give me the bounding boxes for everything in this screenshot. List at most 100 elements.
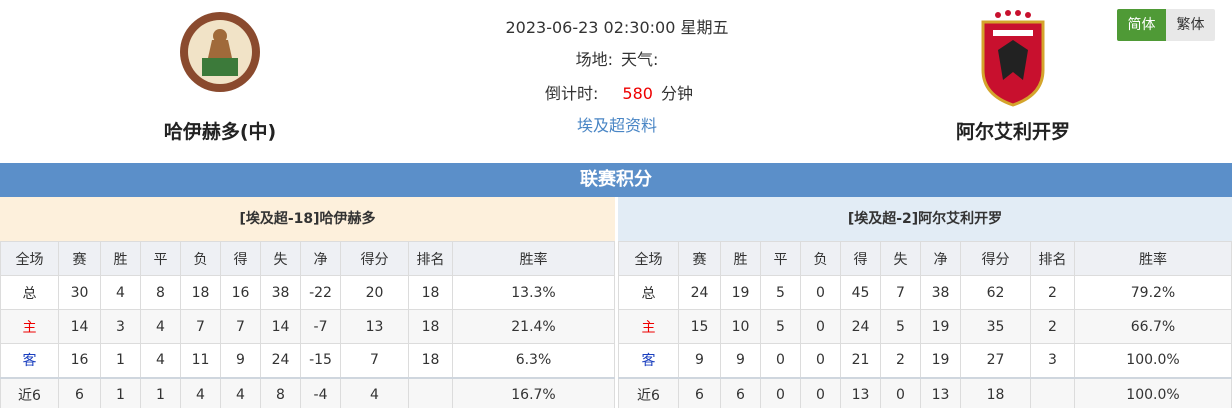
lang-traditional-button[interactable]: 繁体 bbox=[1166, 9, 1215, 41]
away-table-cell: 19 bbox=[920, 309, 961, 344]
venue-weather: 场地: 天气: bbox=[420, 46, 814, 70]
home-standings-title: [埃及超-18]哈伊赫多 bbox=[0, 197, 615, 241]
away-table-cell: 5 bbox=[760, 275, 801, 310]
away-col-header: 负 bbox=[800, 241, 841, 276]
away-table-cell: 38 bbox=[920, 275, 961, 310]
away-col-header: 净 bbox=[920, 241, 961, 276]
away-table-cell: 15 bbox=[678, 309, 721, 344]
match-header: 哈伊赫多(中) 2023-06-23 02:30:00 星期五 场地: 天气: 倒… bbox=[0, 0, 1232, 163]
weather-label: 天气: bbox=[621, 50, 659, 69]
away-table-cell: 6 bbox=[678, 376, 721, 408]
away-standings-panel: [埃及超-2]阿尔艾利开罗 全场赛胜平负得失净得分 排名 胜率 总 24 19 5 0 45 7… bbox=[618, 197, 1232, 408]
home-col-header: 失 bbox=[260, 241, 301, 276]
league-info-link[interactable]: 埃及超资料 bbox=[420, 112, 814, 136]
home-table-cell: 16.7% bbox=[452, 376, 615, 408]
home-standings-table: 全场赛胜平负得失净得分 排名 胜率 总 30 4 8 18 16 38 -22 20 18 13.3% 主… bbox=[0, 241, 615, 408]
away-team-logo[interactable] bbox=[978, 10, 1048, 114]
home-col-header: 全场 bbox=[0, 241, 59, 276]
away-table-cell: 100.0% bbox=[1074, 376, 1232, 408]
away-table-cell: 10 bbox=[720, 309, 761, 344]
home-table-cell: 14 bbox=[58, 309, 101, 344]
away-table-cell: 13 bbox=[840, 376, 881, 408]
lang-simplified-button[interactable]: 简体 bbox=[1117, 9, 1166, 41]
away-table-cell: 62 bbox=[960, 275, 1031, 310]
home-table-cell: 8 bbox=[260, 376, 301, 408]
home-table-cell: 8 bbox=[140, 275, 181, 310]
home-table-cell: 13 bbox=[340, 309, 409, 344]
away-table-cell: 0 bbox=[800, 343, 841, 378]
away-table-cell: 主 bbox=[618, 309, 679, 344]
away-team: 阿尔艾利开罗 bbox=[883, 0, 1143, 160]
home-col-header: 得分 bbox=[340, 241, 409, 276]
home-table-cell: 16 bbox=[220, 275, 261, 310]
away-table-cell: 0 bbox=[800, 309, 841, 344]
away-table-cell: 总 bbox=[618, 275, 679, 310]
away-table-cell bbox=[1030, 376, 1075, 408]
home-table-cell: -22 bbox=[300, 275, 341, 310]
home-table-cell: 近6 bbox=[0, 376, 59, 408]
home-table-cell: 1 bbox=[100, 343, 141, 378]
countdown-unit: 分钟 bbox=[660, 84, 693, 103]
away-table-cell: 2 bbox=[880, 343, 921, 378]
away-table-cell: 5 bbox=[760, 309, 801, 344]
away-col-header: 全场 bbox=[618, 241, 679, 276]
home-table-cell: 18 bbox=[408, 309, 453, 344]
home-table-cell: 18 bbox=[408, 343, 453, 378]
home-table-cell: 21.4% bbox=[452, 309, 615, 344]
away-table-cell: 2 bbox=[1030, 309, 1075, 344]
home-table-cell: -4 bbox=[300, 376, 341, 408]
away-col-header: 赛 bbox=[678, 241, 721, 276]
away-table-cell: 13 bbox=[920, 376, 961, 408]
away-col-header: 失 bbox=[880, 241, 921, 276]
home-table-cell: 3 bbox=[100, 309, 141, 344]
away-header-row: 全场赛胜平负得失净得分 排名 胜率 bbox=[618, 241, 1232, 276]
away-table-cell: 0 bbox=[800, 376, 841, 408]
away-col-header: 得分 bbox=[960, 241, 1031, 276]
home-table-cell: 18 bbox=[180, 275, 221, 310]
away-table-cell: 5 bbox=[880, 309, 921, 344]
standings: [埃及超-18]哈伊赫多 全场赛胜平负得失净得分 排名 胜率 总 30 4 8 18 16 38… bbox=[0, 197, 1232, 408]
away-table-cell: 19 bbox=[920, 343, 961, 378]
away-table-cell: 0 bbox=[800, 275, 841, 310]
home-table-cell: 4 bbox=[100, 275, 141, 310]
home-table-cell: 24 bbox=[260, 343, 301, 378]
home-table-cell: 4 bbox=[140, 309, 181, 344]
home-header-row: 全场赛胜平负得失净得分 排名 胜率 bbox=[0, 241, 615, 276]
away-table-cell: 100.0% bbox=[1074, 343, 1232, 378]
away-table-cell: 2 bbox=[1030, 275, 1075, 310]
home-col-header: 胜率 bbox=[452, 241, 615, 276]
language-switch: 简体 繁体 bbox=[1117, 9, 1215, 41]
home-col-header: 平 bbox=[140, 241, 181, 276]
away-table-cell: 66.7% bbox=[1074, 309, 1232, 344]
home-team-logo[interactable] bbox=[178, 10, 262, 104]
away-table-row: 客 9 9 0 0 21 2 19 27 3 100.0% bbox=[618, 343, 1232, 378]
section-title: 联赛积分 bbox=[0, 163, 1232, 197]
home-table-cell: 6 bbox=[58, 376, 101, 408]
home-team-name[interactable]: 哈伊赫多(中) bbox=[90, 117, 350, 144]
away-table-cell: 0 bbox=[760, 376, 801, 408]
away-table-cell: 24 bbox=[840, 309, 881, 344]
away-team-name[interactable]: 阿尔艾利开罗 bbox=[883, 117, 1143, 144]
home-table-cell: -7 bbox=[300, 309, 341, 344]
home-standings-panel: [埃及超-18]哈伊赫多 全场赛胜平负得失净得分 排名 胜率 总 30 4 8 18 16 38… bbox=[0, 197, 615, 408]
away-table-cell: 近6 bbox=[618, 376, 679, 408]
home-table-row: 主 14 3 4 7 7 14 -7 13 18 21.4% bbox=[0, 309, 615, 344]
away-table-cell: 19 bbox=[720, 275, 761, 310]
home-table-cell: 14 bbox=[260, 309, 301, 344]
away-table-cell: 客 bbox=[618, 343, 679, 378]
home-col-header: 负 bbox=[180, 241, 221, 276]
away-table-cell: 24 bbox=[678, 275, 721, 310]
home-table-cell: 9 bbox=[220, 343, 261, 378]
home-table-cell: 1 bbox=[100, 376, 141, 408]
away-col-header: 排名 bbox=[1030, 241, 1075, 276]
countdown: 倒计时: 580 分钟 bbox=[420, 80, 814, 104]
home-table-cell: 主 bbox=[0, 309, 59, 344]
away-col-header: 得 bbox=[840, 241, 881, 276]
home-table-cell: 18 bbox=[408, 275, 453, 310]
home-col-header: 胜 bbox=[100, 241, 141, 276]
home-table-cell: 7 bbox=[220, 309, 261, 344]
match-info: 2023-06-23 02:30:00 星期五 场地: 天气: 倒计时: 580 分钟… bbox=[420, 0, 814, 160]
home-table-cell: 11 bbox=[180, 343, 221, 378]
home-table-cell: 4 bbox=[140, 343, 181, 378]
countdown-value: 580 bbox=[622, 84, 653, 103]
